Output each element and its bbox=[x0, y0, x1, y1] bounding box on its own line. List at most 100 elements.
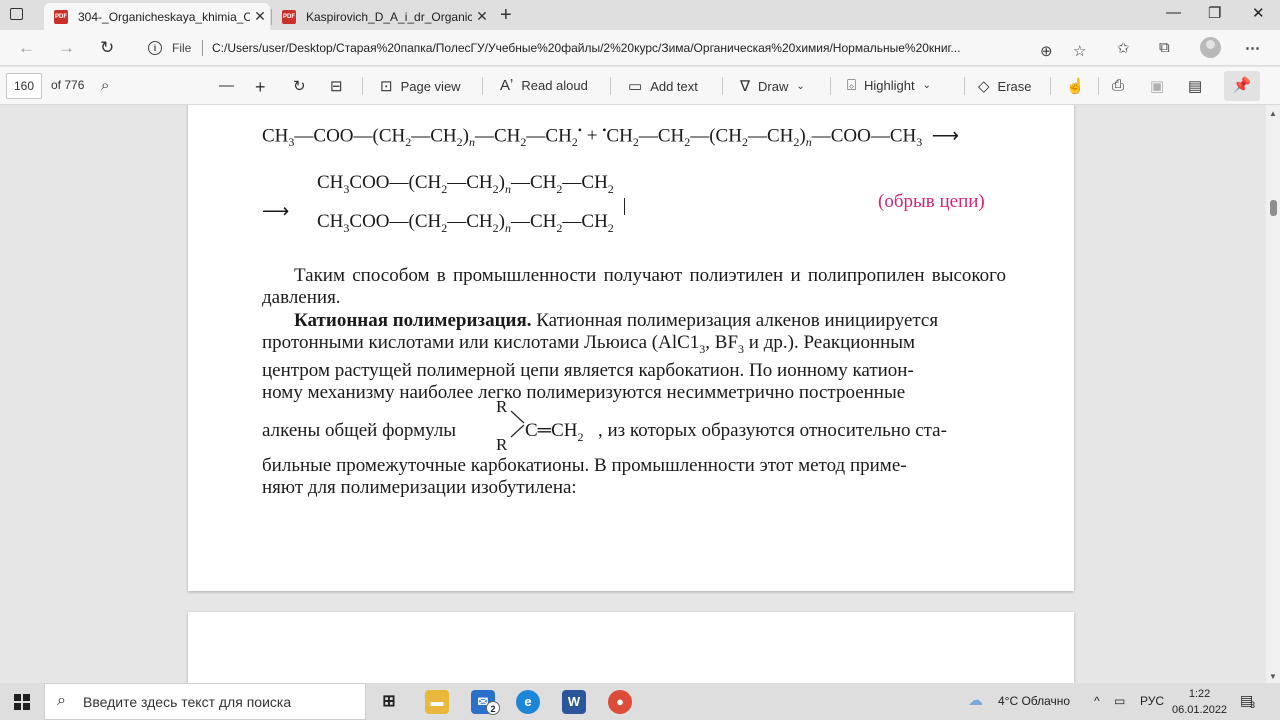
mail-icon[interactable]: ✉ 2 bbox=[471, 690, 500, 715]
text-line: Катионная полимеризация алкенов иницииру… bbox=[531, 310, 939, 331]
notifications-icon[interactable]: ▤ 3 bbox=[1240, 692, 1256, 710]
erase-label: Erase bbox=[997, 78, 1032, 94]
scroll-down-icon[interactable]: ▼ bbox=[1269, 672, 1277, 681]
tab-organic-chemistry[interactable]: PDF 304-_Organicheskaya_khimia_Ch ✕ bbox=[44, 3, 270, 30]
chevron-down-icon[interactable]: ⌄ bbox=[923, 80, 931, 91]
weather-label[interactable]: 4°C Облачно bbox=[998, 694, 1070, 708]
url-text[interactable]: C:/Users/user/Desktop/Старая%20папка/Пол… bbox=[212, 41, 1042, 55]
read-aloud-button[interactable]: A͏ʼ Read aloud bbox=[500, 77, 588, 94]
formula-r-bottom: R bbox=[496, 435, 508, 454]
zoom-in-icon[interactable]: + bbox=[255, 77, 266, 98]
clock[interactable]: 1:22 06.01.2022 bbox=[1172, 686, 1227, 718]
alkene-formula: C═CH2 bbox=[525, 420, 584, 444]
network-icon[interactable]: ▭ bbox=[1114, 694, 1125, 708]
close-window-icon[interactable]: ✕ bbox=[1252, 4, 1265, 22]
word-icon[interactable]: W bbox=[562, 690, 586, 714]
touch-icon[interactable]: ☝ bbox=[1066, 77, 1085, 95]
mail-badge: 2 bbox=[486, 701, 500, 715]
new-tab-plus-icon[interactable]: + bbox=[500, 4, 512, 27]
product-formula-bottom: CH3COO—(CH2—CH2)n—CH2—CH2 bbox=[317, 211, 614, 235]
zoom-out-icon[interactable]: — bbox=[219, 77, 234, 94]
paragraph-cationic-end: бильные промежуточные карбокатионы. В пр… bbox=[262, 455, 1006, 499]
page-view-button[interactable]: ⊡ Page view bbox=[380, 77, 461, 95]
chevron-up-icon[interactable]: ^ bbox=[1094, 694, 1100, 708]
collections-icon[interactable]: ⧉ bbox=[1159, 39, 1170, 56]
tab-actions-icon[interactable] bbox=[8, 6, 28, 24]
tab-label: 304-_Organicheskaya_khimia_Ch bbox=[78, 9, 250, 24]
scroll-up-icon[interactable]: ▲ bbox=[1269, 109, 1277, 118]
search-icon: ⌕ bbox=[57, 692, 66, 709]
pin-toolbar-icon[interactable]: 📌 bbox=[1224, 71, 1260, 101]
notification-count: 3 bbox=[1250, 700, 1256, 710]
refresh-icon[interactable]: ↻ bbox=[100, 38, 114, 58]
add-text-label: Add text bbox=[650, 78, 698, 94]
tab-kaspirovich[interactable]: PDF Kaspirovich_D_A_i_dr_Organiche ✕ bbox=[272, 3, 492, 30]
save-as-icon[interactable]: ▤ bbox=[1188, 77, 1202, 95]
edge-browser-icon[interactable]: e bbox=[516, 690, 540, 714]
profile-avatar[interactable] bbox=[1200, 37, 1221, 58]
chrome-icon[interactable]: ● bbox=[608, 690, 632, 714]
pdf-page: CH3—COO—(CH2—CH2)n—CH2—CH2• + •CH2—CH2—(… bbox=[188, 105, 1074, 591]
text-line: бильные промежуточные карбокатионы. В пр… bbox=[262, 455, 907, 476]
rotate-icon[interactable]: ↻ bbox=[293, 77, 306, 95]
toolbar-separator bbox=[722, 77, 723, 95]
windows-start-icon[interactable] bbox=[14, 694, 30, 710]
toolbar-separator bbox=[830, 77, 831, 95]
back-arrow-icon[interactable]: ← bbox=[18, 38, 35, 58]
tab-label: Kaspirovich_D_A_i_dr_Organiche bbox=[306, 9, 472, 24]
text-line: и др.). Реакционным bbox=[744, 332, 916, 353]
page-view-label: Page view bbox=[400, 78, 461, 94]
close-tab-icon[interactable]: ✕ bbox=[250, 8, 270, 25]
more-menu-icon[interactable]: ⋯ bbox=[1245, 39, 1260, 57]
scroll-thumb[interactable] bbox=[1270, 200, 1277, 216]
fit-page-icon[interactable]: ⊟ bbox=[330, 77, 343, 95]
add-text-icon: ▭ bbox=[628, 78, 643, 95]
taskbar-search[interactable]: ⌕ Введите здесь текст для поиска bbox=[44, 683, 366, 720]
highlight-icon: ⌺ bbox=[847, 77, 857, 94]
language-indicator[interactable]: РУС bbox=[1140, 694, 1164, 708]
highlight-button[interactable]: ⌺ Highlight ⌄ bbox=[847, 77, 931, 94]
save-icon[interactable]: ▣ bbox=[1150, 77, 1164, 95]
minimize-icon[interactable]: — bbox=[1166, 4, 1181, 21]
task-view-icon[interactable]: ⊞ bbox=[377, 690, 401, 714]
vertical-scrollbar[interactable]: ▲ ▼ bbox=[1266, 105, 1280, 683]
eraser-icon: ◇ bbox=[978, 78, 990, 95]
favorites-icon[interactable]: ✩ bbox=[1117, 39, 1130, 57]
forward-arrow-icon[interactable]: → bbox=[58, 38, 75, 58]
file-explorer-icon[interactable]: ▬ bbox=[425, 690, 449, 714]
draw-button[interactable]: ∇ Draw ⌄ bbox=[740, 77, 805, 95]
section-heading: Катионная полимеризация. bbox=[294, 310, 532, 331]
zoom-icon[interactable]: ⊕ bbox=[1040, 42, 1053, 60]
restore-icon[interactable]: ❐ bbox=[1208, 4, 1221, 22]
erase-button[interactable]: ◇ Erase bbox=[978, 77, 1032, 95]
print-icon[interactable]: ⎙ bbox=[1112, 77, 1124, 94]
url-field[interactable]: i File C:/Users/user/Desktop/Старая%20па… bbox=[136, 33, 1096, 63]
search-icon[interactable]: ⌕ bbox=[101, 77, 109, 94]
toolbar-separator bbox=[1098, 77, 1099, 95]
close-tab-icon[interactable]: ✕ bbox=[472, 8, 492, 25]
text-line: протонными кислотами или кислотами Льюис… bbox=[262, 332, 700, 353]
bond-line bbox=[624, 198, 625, 215]
pdf-page bbox=[188, 612, 1074, 683]
text-line: центром растущей полимерной цепи являетс… bbox=[262, 359, 914, 381]
pdf-toolbar: 160 of 776 ⌕ — + ↻ ⊟ ⊡ Page view A͏ʼ Rea… bbox=[0, 67, 1280, 105]
pdf-file-icon: PDF bbox=[54, 9, 68, 24]
pdf-viewer[interactable]: CH3—COO—(CH2—CH2)n—CH2—CH2• + •CH2—CH2—(… bbox=[0, 105, 1266, 683]
product-formula-top: CH3COO—(CH2—CH2)n—CH2—CH2 bbox=[317, 172, 614, 196]
pdf-file-icon: PDF bbox=[282, 9, 296, 24]
page-view-icon: ⊡ bbox=[380, 78, 393, 95]
add-text-button[interactable]: ▭ Add text bbox=[628, 77, 698, 95]
toolbar-separator bbox=[362, 77, 363, 95]
toolbar-separator bbox=[1050, 77, 1051, 95]
read-aloud-icon: A͏ʼ bbox=[500, 77, 514, 94]
clock-date: 06.01.2022 bbox=[1172, 704, 1228, 716]
info-icon[interactable]: i bbox=[148, 41, 162, 55]
add-favorite-icon[interactable]: ☆ bbox=[1073, 42, 1086, 60]
chevron-down-icon[interactable]: ⌄ bbox=[796, 81, 804, 92]
page-number-input[interactable]: 160 bbox=[6, 73, 42, 99]
url-divider bbox=[202, 40, 203, 56]
text-line: алкены общей формулы bbox=[262, 420, 457, 441]
page-count-label: of 776 bbox=[51, 78, 85, 92]
formula-bonds bbox=[510, 410, 525, 438]
tab-bar: PDF 304-_Organicheskaya_khimia_Ch ✕ PDF … bbox=[0, 0, 1280, 30]
